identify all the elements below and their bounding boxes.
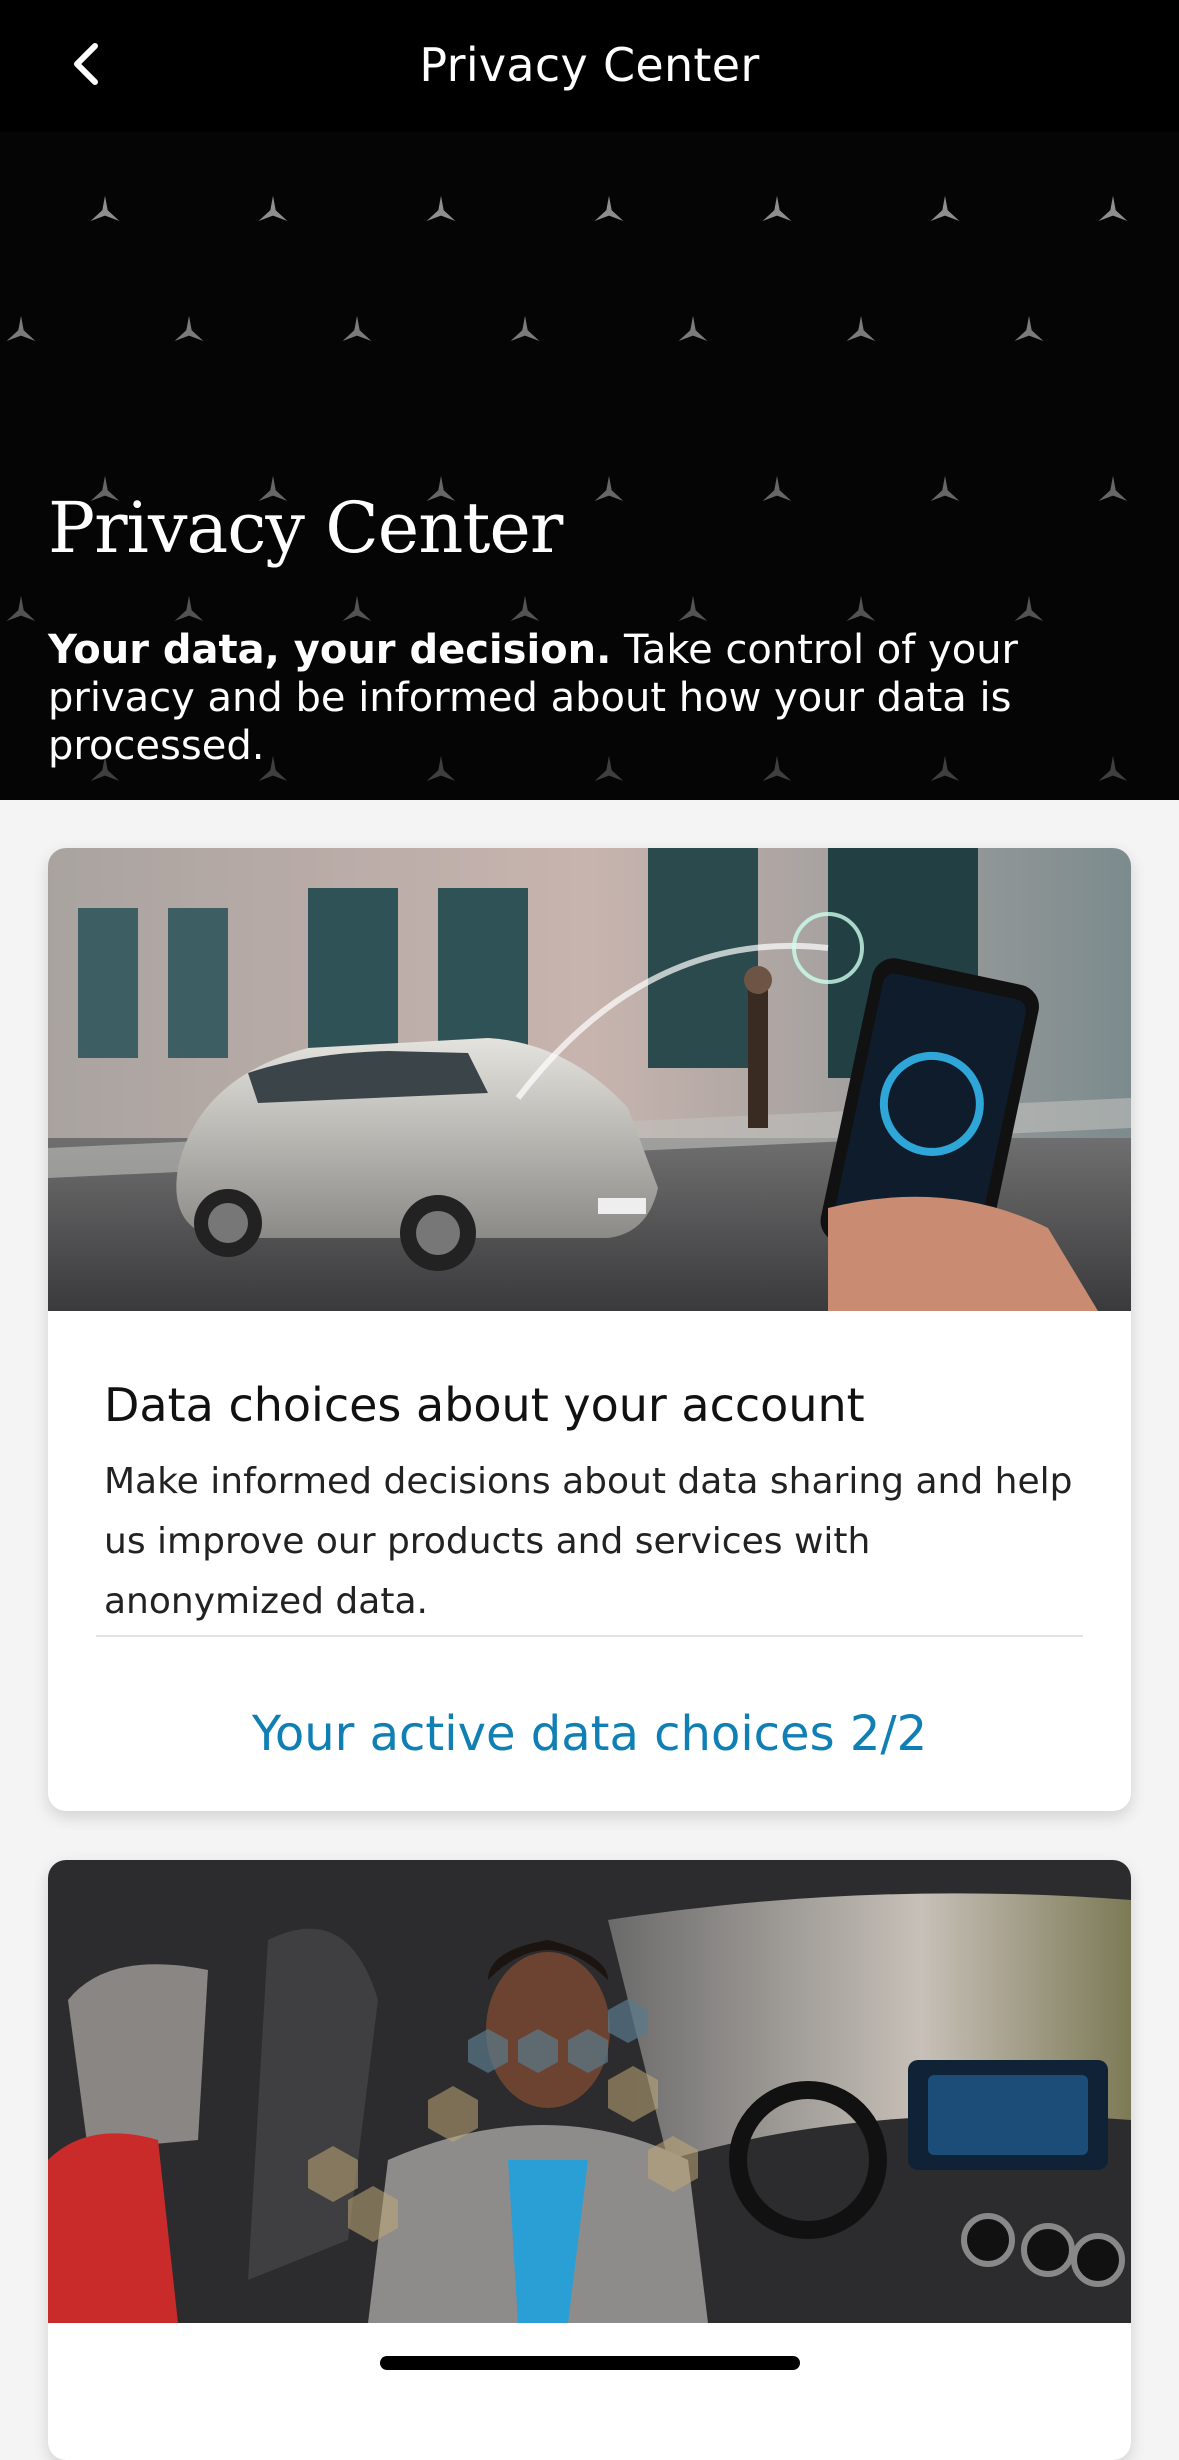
data-choices-card: Data choices about your account Make inf… xyxy=(48,848,1131,1811)
nav-bar: Privacy Center xyxy=(0,0,1179,132)
hero-title: Privacy Center xyxy=(48,487,563,569)
car-and-phone-photo xyxy=(48,848,1131,1311)
hero-banner: Privacy Center Your data, your decision.… xyxy=(0,132,1179,800)
home-indicator xyxy=(380,2356,800,2370)
driver-in-car-photo xyxy=(48,1860,1131,2323)
nav-title: Privacy Center xyxy=(419,38,760,92)
hero-subtitle: Your data, your decision. Take control o… xyxy=(48,626,1138,770)
card-title: Data choices about your account xyxy=(104,1378,865,1432)
active-data-choices-link[interactable]: Your active data choices 2/2 xyxy=(48,1706,1131,1762)
card-description: Make informed decisions about data shari… xyxy=(104,1461,1073,1622)
driver-card xyxy=(48,1860,1131,2460)
card-divider xyxy=(96,1635,1083,1637)
hero-subtitle-bold: Your data, your decision. xyxy=(48,627,612,673)
